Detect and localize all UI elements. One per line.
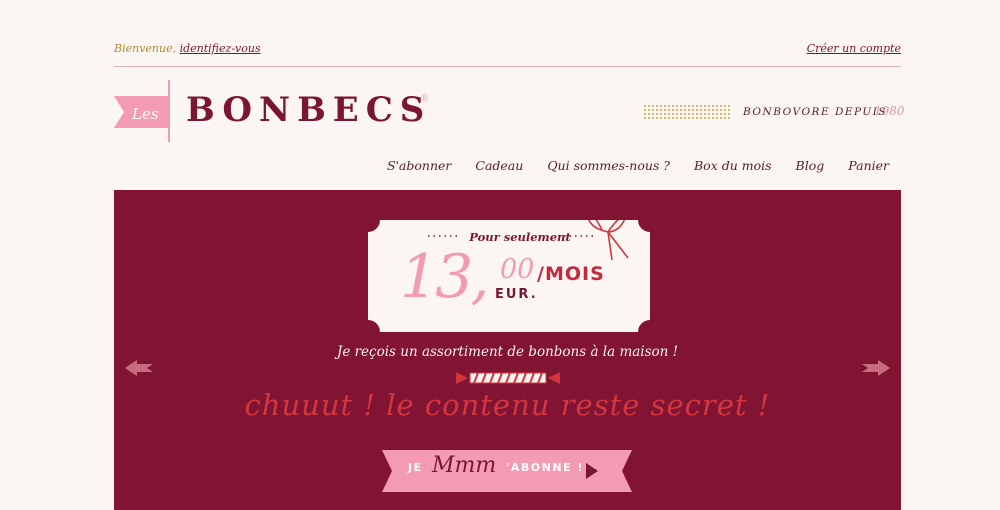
tagline-text: BONBOVORE DEPUIS <box>743 106 888 118</box>
flag-text: Les <box>131 105 159 123</box>
price-currency: EUR. <box>495 287 538 302</box>
price-period: /MOIS <box>537 263 605 285</box>
welcome-message: Bienvenue, identifiez-vous <box>114 42 261 55</box>
secret-message: chuuut ! le contenu reste secret ! <box>244 388 771 422</box>
nav-item-cadeau[interactable]: Cadeau <box>475 158 523 173</box>
dotted-pattern <box>643 104 731 120</box>
offer-description: Je reçois un assortiment de bonbons à la… <box>336 344 679 360</box>
top-bar: Bienvenue, identifiez-vous Créer un comp… <box>114 40 901 67</box>
carousel-next-icon[interactable] <box>860 358 890 378</box>
brand-name: BONBECS <box>186 90 432 130</box>
tagline-year: 1980 <box>874 104 905 118</box>
flag-ribbon: Les <box>114 96 168 128</box>
create-account-link[interactable]: Créer un compte <box>807 42 901 55</box>
price-cents: 00 <box>500 254 535 285</box>
login-link[interactable]: identifiez-vous <box>180 42 261 55</box>
cta-abonne-label[interactable]: 'ABONNE ! <box>506 461 584 474</box>
cta-mmm-label[interactable]: Mmm <box>432 453 496 478</box>
welcome-prefix: Bienvenue, <box>114 42 180 55</box>
cta-je-label[interactable]: JE <box>408 461 423 474</box>
flag-pole <box>168 80 170 142</box>
nav-item-panier[interactable]: Panier <box>848 158 889 173</box>
price-whole: 13, <box>400 242 489 312</box>
registered-mark: ® <box>420 94 429 104</box>
main-nav: S'abonner Cadeau Qui sommes-nous ? Box d… <box>387 158 889 173</box>
candy-icon <box>456 372 560 384</box>
nav-item-sabonner[interactable]: S'abonner <box>387 158 451 173</box>
nav-item-box-du-mois[interactable]: Box du mois <box>694 158 772 173</box>
carousel-prev-icon[interactable] <box>125 358 155 378</box>
logo[interactable]: Les BONBECS ® <box>114 80 444 145</box>
nav-item-qui-sommes-nous[interactable]: Qui sommes-nous ? <box>547 158 670 173</box>
nav-item-blog[interactable]: Blog <box>796 158 825 173</box>
hero-banner: Pour seulement 13, 00 EUR. /MOIS Je reço… <box>114 190 901 510</box>
